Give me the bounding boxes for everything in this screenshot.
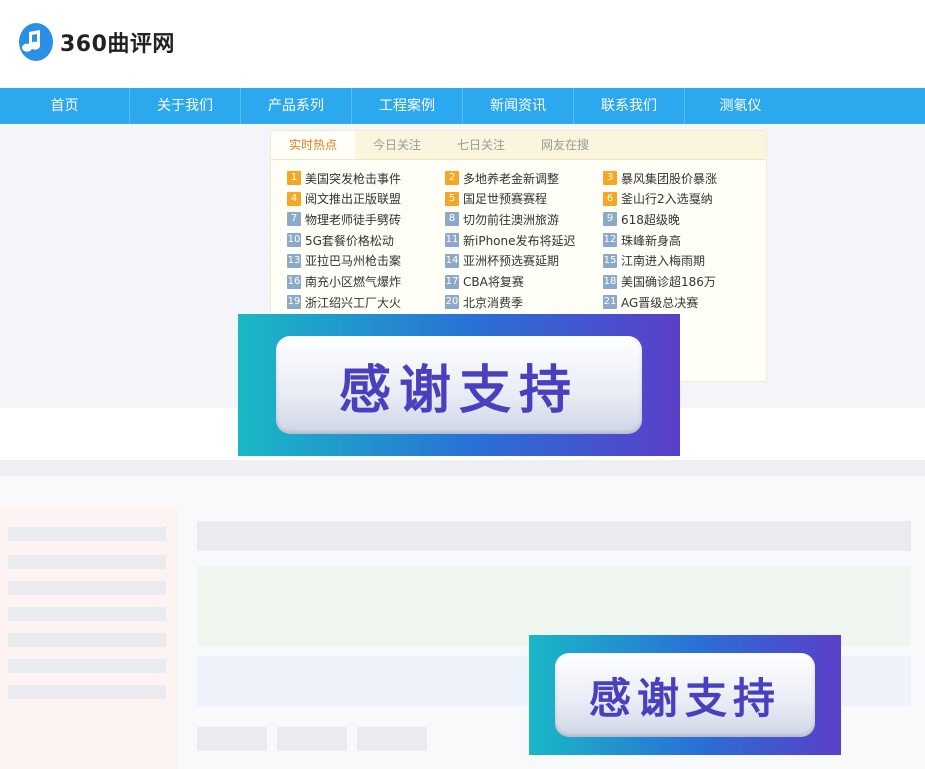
sidebar-skeleton-line bbox=[8, 581, 166, 595]
sidebar-skeleton-line bbox=[8, 527, 166, 541]
hot-search-rank-badge: 10 bbox=[287, 233, 301, 248]
hot-search-item[interactable]: 15 江南进入梅雨期 bbox=[603, 252, 705, 270]
skeleton-button bbox=[197, 727, 267, 751]
hot-search-item[interactable]: 7 物理老师徒手劈砖 bbox=[287, 210, 401, 228]
hot-search-item[interactable]: 2 多地养老金新调整 bbox=[445, 169, 559, 187]
hot-search-rank-badge: 8 bbox=[445, 212, 459, 227]
hot-search-tabs: 实时热点 今日关注 七日关注 网友在搜 bbox=[271, 131, 766, 160]
thanks-banner-small: 感谢支持 bbox=[529, 635, 841, 755]
hot-search-item[interactable]: 8 切勿前往澳洲旅游 bbox=[445, 210, 559, 228]
sidebar-skeleton-line bbox=[8, 555, 166, 569]
sidebar-skeleton-line bbox=[8, 633, 166, 647]
nav-item-news[interactable]: 新闻资讯 bbox=[463, 88, 574, 124]
hot-search-rank-badge: 2 bbox=[445, 171, 459, 185]
hot-search-rank-badge: 16 bbox=[287, 274, 301, 289]
hot-search-item-label: 釜山行2入选戛纳 bbox=[621, 192, 713, 207]
main-skeleton-title bbox=[197, 521, 911, 551]
hot-search-item[interactable]: 10 5G套餐价格松动 bbox=[287, 231, 394, 249]
hot-search-rank-badge: 11 bbox=[445, 233, 459, 248]
hot-search-item[interactable]: 18 美国确诊超186万 bbox=[603, 273, 716, 291]
hot-search-item[interactable]: 20 北京消费季 bbox=[445, 293, 523, 311]
thanks-banner-text: 感谢支持 bbox=[276, 336, 642, 434]
hot-search-item-label: 阅文推出正版联盟 bbox=[305, 192, 402, 207]
hot-search-item-label: 美国突发枪击事件 bbox=[305, 171, 402, 186]
music-note-logo-icon bbox=[19, 23, 53, 61]
tab-netizen-search[interactable]: 网友在搜 bbox=[523, 131, 607, 159]
hot-search-rank-badge: 14 bbox=[445, 253, 459, 268]
hot-search-item-label: 江南进入梅雨期 bbox=[621, 254, 706, 269]
hot-search-item[interactable]: 21 AG晋级总决赛 bbox=[603, 293, 698, 311]
hot-search-item-label: 亚拉巴马州枪击案 bbox=[305, 254, 402, 269]
hot-search-item-label: 美国确诊超186万 bbox=[621, 275, 716, 289]
hot-search-rank-badge: 7 bbox=[287, 212, 301, 227]
hot-search-item-label: CBA将复赛 bbox=[463, 275, 524, 289]
hot-search-item[interactable]: 1 美国突发枪击事件 bbox=[287, 169, 401, 187]
thanks-banner: 感谢支持 bbox=[238, 314, 680, 456]
hot-search-rank-badge: 21 bbox=[603, 295, 617, 310]
hot-search-item[interactable]: 19 浙江绍兴工厂大火 bbox=[287, 293, 401, 311]
hot-search-item[interactable]: 16 南充小区燃气爆炸 bbox=[287, 273, 401, 291]
hot-search-item-label: 国足世预赛赛程 bbox=[463, 192, 548, 207]
hot-search-rank-badge: 17 bbox=[445, 274, 459, 289]
hot-search-item-label: 切勿前往澳洲旅游 bbox=[463, 212, 560, 227]
tab-today-focus[interactable]: 今日关注 bbox=[355, 131, 439, 159]
hot-search-rank-badge: 12 bbox=[603, 233, 617, 248]
hot-search-item-label: 珠峰新身高 bbox=[621, 233, 682, 248]
hot-search-item-label: 5G套餐价格松动 bbox=[305, 233, 394, 248]
hot-search-item-label: 暴风集团股价暴涨 bbox=[621, 171, 718, 186]
tab-realtime-hot[interactable]: 实时热点 bbox=[271, 131, 355, 159]
hot-search-item[interactable]: 9 618超级晚 bbox=[603, 210, 680, 228]
hot-search-item[interactable]: 3 暴风集团股价暴涨 bbox=[603, 169, 717, 187]
site-logo[interactable]: 360曲评网 bbox=[18, 22, 175, 62]
nav-item-home[interactable]: 首页 bbox=[0, 88, 130, 124]
hot-search-rank-badge: 15 bbox=[603, 253, 617, 268]
hot-search-rank-badge: 9 bbox=[603, 212, 617, 227]
hot-search-item-label: 618超级晚 bbox=[621, 212, 680, 227]
sidebar-skeleton-line bbox=[8, 607, 166, 621]
hot-search-item-label: 南充小区燃气爆炸 bbox=[305, 275, 402, 289]
nav-item-products[interactable]: 产品系列 bbox=[241, 88, 352, 124]
section-divider bbox=[0, 460, 925, 476]
hot-search-item-label: 浙江绍兴工厂大火 bbox=[305, 295, 402, 310]
main-nav: 首页 关于我们 产品系列 工程案例 新闻资讯 联系我们 测氡仪 bbox=[0, 88, 925, 124]
sidebar-skeleton-line bbox=[8, 685, 166, 699]
hot-search-item-label: 北京消费季 bbox=[463, 295, 524, 310]
hot-search-rank-badge: 5 bbox=[445, 191, 459, 206]
site-logo-text: 360曲评网 bbox=[60, 32, 175, 57]
nav-item-radon-meter[interactable]: 测氡仪 bbox=[685, 88, 796, 124]
hot-search-rank-badge: 19 bbox=[287, 295, 301, 310]
hot-search-rank-badge: 6 bbox=[603, 191, 617, 206]
nav-item-contact[interactable]: 联系我们 bbox=[574, 88, 685, 124]
hot-search-item[interactable]: 4 阅文推出正版联盟 bbox=[287, 190, 401, 208]
hot-search-item-label: AG晋级总决赛 bbox=[621, 295, 699, 310]
tab-seven-day-focus[interactable]: 七日关注 bbox=[439, 131, 523, 159]
hot-search-item[interactable]: 6 釜山行2入选戛纳 bbox=[603, 190, 713, 208]
hot-search-item-label: 多地养老金新调整 bbox=[463, 171, 560, 186]
hot-search-rank-badge: 18 bbox=[603, 274, 617, 289]
hot-search-item[interactable]: 12 珠峰新身高 bbox=[603, 231, 681, 249]
hot-search-item-label: 亚洲杯预选赛延期 bbox=[463, 254, 560, 269]
thanks-banner-small-text: 感谢支持 bbox=[555, 653, 815, 737]
hot-search-rank-badge: 13 bbox=[287, 253, 301, 268]
skeleton-button bbox=[357, 727, 427, 751]
hot-search-item[interactable]: 13 亚拉巴马州枪击案 bbox=[287, 252, 401, 270]
nav-item-cases[interactable]: 工程案例 bbox=[352, 88, 463, 124]
main-skeleton-block bbox=[197, 566, 911, 646]
hot-search-rank-badge: 20 bbox=[445, 295, 459, 310]
hot-search-item[interactable]: 5 国足世预赛赛程 bbox=[445, 190, 547, 208]
nav-item-about[interactable]: 关于我们 bbox=[130, 88, 241, 124]
hot-search-rank-badge: 3 bbox=[603, 171, 617, 185]
sidebar-skeleton-line bbox=[8, 659, 166, 673]
hot-search-item-label: 物理老师徒手劈砖 bbox=[305, 212, 402, 227]
hot-search-rank-badge: 1 bbox=[287, 171, 301, 185]
hot-search-rank-badge: 4 bbox=[287, 191, 301, 206]
hot-search-item[interactable]: 17 CBA将复赛 bbox=[445, 273, 524, 291]
skeleton-button bbox=[277, 727, 347, 751]
hot-search-item[interactable]: 14 亚洲杯预选赛延期 bbox=[445, 252, 559, 270]
site-header: 360曲评网 bbox=[0, 0, 925, 88]
hot-search-item-label: 新iPhone发布将延迟 bbox=[463, 233, 576, 248]
hot-search-item[interactable]: 11 新iPhone发布将延迟 bbox=[445, 231, 576, 249]
